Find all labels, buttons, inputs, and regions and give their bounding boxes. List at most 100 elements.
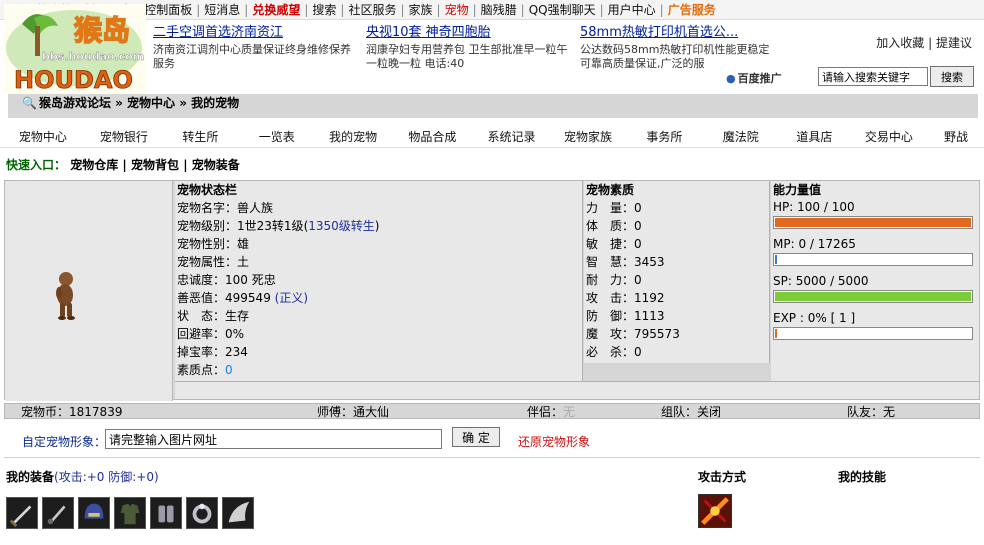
custom-image-label: 自定宠物形象： [22,435,107,449]
attr-value: 795573 [634,327,680,341]
top-nav-item-11[interactable]: QQ强制聊天 [525,0,600,19]
attr-key: 防 御： [586,309,635,323]
quick-sep: | [183,158,188,172]
attr-value: 1192 [634,291,665,305]
attr-key: 耐 力： [586,273,635,287]
attr-value: 0 [634,219,642,233]
fire-attack-icon[interactable] [698,494,732,528]
custom-image-url-input[interactable] [105,429,442,449]
menu-item-2[interactable]: 转生所 [162,128,238,145]
gloves-icon[interactable] [150,497,182,529]
menu-item-12[interactable]: 野战 [928,128,984,145]
armor-icon[interactable] [114,497,146,529]
ad-3[interactable]: 58mm热敏打印机首选公... 公达数码58mm热敏打印机性能更稳定可靠高质量保… [580,24,780,71]
attr-row: 耐 力：0 [584,271,769,289]
ad-3-text: 公达数码58mm热敏打印机性能更稳定可靠高质量保证,广泛的服 [580,43,770,70]
quick-entry-label: 快速入口： [6,158,67,172]
menu-item-5[interactable]: 物品合成 [391,128,473,145]
status-drop-row: 掉宝率：234 [177,345,248,359]
exp-bar-fill [775,329,777,338]
bookmark-link[interactable]: 加入收藏 [876,36,924,50]
top-nav-item-13[interactable]: 广告服务 [664,0,720,19]
status-name-row: 宠物名字：兽人族 [177,201,274,215]
hp-bar-fill [775,218,971,227]
attr-row: 体 质：0 [584,217,769,235]
menu-item-8[interactable]: 事务所 [626,128,702,145]
top-nav-item-4[interactable]: 短消息 [200,0,244,19]
top-nav-item-6[interactable]: 搜索 [308,0,340,19]
status-level-row: 宠物级别：1世23转1级(1350级转生) [177,219,380,233]
attr-key: 智 慧： [586,255,635,269]
pet-image-box [5,181,173,401]
pet-info-bar: 宠物币：1817839 师傅：通大仙 伴侣：无 组队：关闭 队友：无 [4,403,980,419]
attr-row: 敏 捷：0 [584,235,769,253]
attr-key: 体 质： [586,219,635,233]
top-nav-item-9[interactable]: 宠物 [441,0,473,19]
search-input[interactable] [818,67,928,86]
pet-panel: 宠物状态栏 宠物名字：兽人族 宠物级别：1世23转1级(1350级转生) 宠物性… [4,180,980,401]
ad-2[interactable]: 央视10套 神奇四胞胎 润康孕妇专用营养包 卫生部批准早一粒午一粒晚一粒 电话:… [366,24,570,71]
baidu-promo[interactable]: ● 百度推广 [726,70,782,86]
ring-icon[interactable] [186,497,218,529]
dagger-icon[interactable] [42,497,74,529]
suggest-link[interactable]: 提建议 [936,36,972,50]
menu-item-3[interactable]: 一览表 [239,128,315,145]
ad-1[interactable]: 二手空调首选济南资江 济南资江调剂中心质量保证终身维修保养服务 [153,24,361,71]
mp-bar [773,253,973,266]
houdao-logo[interactable]: 猴岛 bbs.houdao.com HOUDAO [4,4,146,94]
karma-link[interactable]: (正义) [275,291,308,305]
hp-bar [773,216,973,229]
pet-sprite [56,272,75,320]
menu-item-0[interactable]: 宠物中心 [0,128,86,145]
search-button[interactable]: 搜索 [930,66,974,87]
teammate-info: 队友：无 [847,405,896,419]
sp-bar [773,290,973,303]
restore-image-link[interactable]: 还原宠物形象 [518,433,590,450]
confirm-button[interactable]: 确 定 [452,427,500,447]
menu-item-11[interactable]: 交易中心 [850,128,928,145]
top-nav-item-3[interactable]: 控制面板 [140,0,196,19]
top-nav-item-8[interactable]: 家族 [405,0,437,19]
breadcrumb-text[interactable]: 猴岛游戏论坛 » 宠物中心 » 我的宠物 [39,96,239,110]
status-title: 宠物状态栏 [177,183,238,197]
menu-item-10[interactable]: 道具店 [779,128,850,145]
pet-status-section: 宠物状态栏 宠物名字：兽人族 宠物级别：1世23转1级(1350级转生) 宠物性… [175,181,583,381]
menu-item-6[interactable]: 系统记录 [473,128,549,145]
master-info: 师傅：通大仙 [317,405,390,419]
quick-link-equipment[interactable]: 宠物装备 [192,158,240,172]
ad-1-title[interactable]: 二手空调首选济南资江 [153,24,361,41]
menu-item-4[interactable]: 我的宠物 [315,128,391,145]
attr-row: 智 慧：3453 [584,253,769,271]
ad-2-title[interactable]: 央视10套 神奇四胞胎 [366,24,570,41]
header-sep: | [928,36,933,50]
attr-value: 0 [634,201,642,215]
team-info: 组队：关闭 [661,405,722,419]
ad-2-text: 润康孕妇专用营养包 卫生部批准早一粒午一粒晚一粒 电话:40 [366,43,568,70]
menu-item-9[interactable]: 魔法院 [703,128,779,145]
attr-row: 攻 击：1192 [584,289,769,307]
attr-value: 0 [634,345,642,359]
baidu-label: 百度推广 [737,72,782,85]
menu-item-7[interactable]: 宠物家族 [550,128,626,145]
top-nav-item-5[interactable]: 兑换威望 [248,0,304,19]
top-nav-item-12[interactable]: 用户中心 [604,0,660,19]
rebirth-link[interactable]: 1350级转生 [308,219,375,233]
menu-item-1[interactable]: 宠物银行 [86,128,162,145]
helmet-icon[interactable] [78,497,110,529]
power-title: 能力量值 [773,183,822,197]
quick-link-backpack[interactable]: 宠物背包 [131,158,179,172]
logo-text: 猴岛 [74,14,130,47]
quick-link-warehouse[interactable]: 宠物仓库 [70,158,118,172]
wing-icon[interactable] [222,497,254,529]
points-link[interactable]: 0 [225,363,233,377]
ad-3-title[interactable]: 58mm热敏打印机首选公... [580,24,780,41]
attr-value: 3453 [634,255,665,269]
top-nav-item-7[interactable]: 社区服务 [344,0,400,19]
mp-bar-fill [775,255,777,264]
sword-icon[interactable] [6,497,38,529]
custom-image-row: 自定宠物形象： 确 定 还原宠物形象 [4,424,980,458]
equipment-title: 我的装备(攻击:+0 防御:+0) [6,470,159,484]
top-nav-item-10[interactable]: 脑残腊 [477,0,521,19]
breadcrumb: 🔍 猴岛游戏论坛 » 宠物中心 » 我的宠物 [8,94,978,118]
pet-menu: 宠物中心 宠物银行 转生所 一览表 我的宠物 物品合成 系统记录 宠物家族 事务所 魔法院 道具店交… [0,126,984,148]
